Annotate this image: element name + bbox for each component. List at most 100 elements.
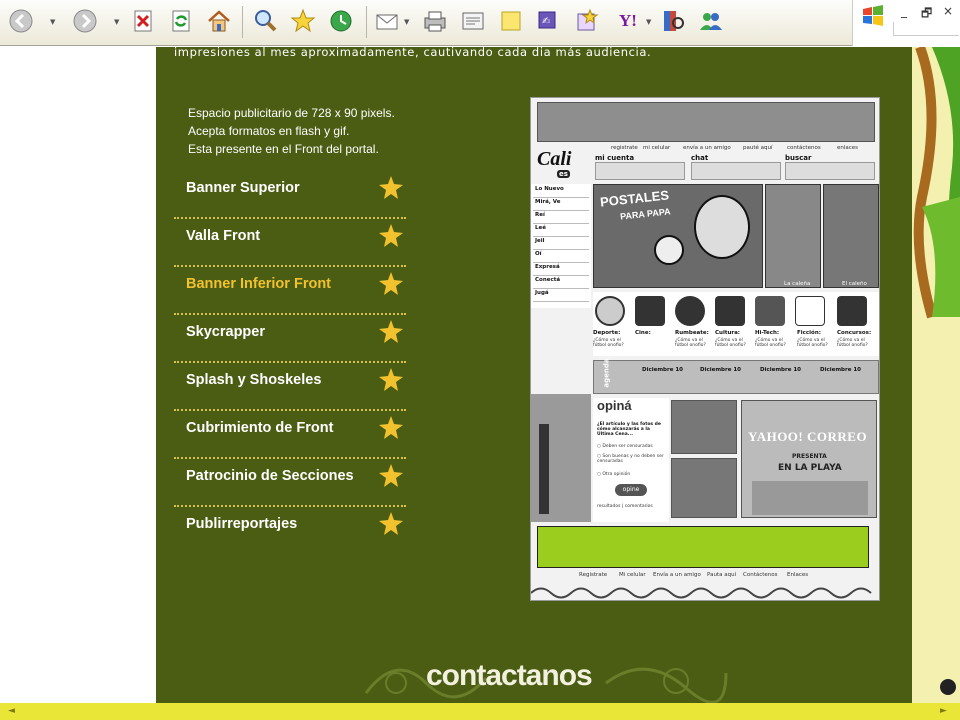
menu-item-valla-front[interactable]: Valla Front xyxy=(174,219,406,267)
window-controls: _ 🗗 × xyxy=(852,0,960,46)
mock-footer-link: Contáctenos xyxy=(743,572,778,578)
mock-postales-title: POSTALES xyxy=(599,187,670,210)
star-icon xyxy=(379,320,403,343)
mock-category-question: ¿Cómo va el fútbol onofio? xyxy=(797,338,828,348)
hitech-icon xyxy=(755,296,785,326)
intro-text: impresiones al mes aproximadamente, caut… xyxy=(174,47,652,59)
culture-icon xyxy=(715,296,745,326)
mock-agenda-bar: agenda Diciembre 10 Diciembre 10 Diciemb… xyxy=(593,358,879,394)
mock-side-item: Mirá, Ve xyxy=(533,199,589,211)
mock-chat: chat xyxy=(691,154,709,162)
scroll-left-icon[interactable]: ◄ xyxy=(8,706,15,716)
mock-category-label: Rumbeate: xyxy=(675,330,709,336)
menu-item-banner-inferior-front[interactable]: Banner Inferior Front xyxy=(174,267,406,315)
messenger-icon[interactable]: ✍ xyxy=(534,6,564,36)
mock-category-question: ¿Cómo va el fútbol onofio? xyxy=(593,338,624,348)
mock-opina-question: ¿El artículo y las fotos de cómo alcanza… xyxy=(597,422,661,437)
mock-search-box xyxy=(785,162,875,180)
mock-opina-button: opine xyxy=(615,484,647,496)
mock-cartoon-kid-face xyxy=(654,235,684,265)
mail-icon[interactable] xyxy=(372,6,402,36)
mock-category-label: Cultura: xyxy=(715,330,741,336)
mock-top-link: contáctenos xyxy=(787,145,821,151)
stop-icon[interactable] xyxy=(128,6,158,36)
mock-opina-option: ○ Otra opinión xyxy=(597,472,631,477)
menu-item-patrocinio-secciones[interactable]: Patrocinio de Secciones xyxy=(174,459,406,507)
description-line: Acepta formatos en flash y gif. xyxy=(188,124,350,138)
star-icon xyxy=(379,416,403,439)
mock-agenda-date: Diciembre 10 xyxy=(760,367,802,373)
mock-logo-text: Cali xyxy=(537,148,572,170)
mock-opina-option: ○ Deben ser censuradas xyxy=(597,444,653,449)
close-button[interactable]: × xyxy=(943,4,953,18)
mock-opina-option: ○ Son buenas y no deben ser censuradas xyxy=(597,454,664,464)
mock-side-item: Leé xyxy=(533,225,589,237)
portal-mockup: registrate mi celular envía a un amigo p… xyxy=(530,97,880,601)
mail-dropdown-icon[interactable]: ▼ xyxy=(404,18,412,26)
print-icon[interactable] xyxy=(420,6,450,36)
favorites-icon[interactable] xyxy=(288,6,318,36)
scroll-right-icon[interactable]: ► xyxy=(940,706,947,716)
menu-item-splash-shoskeles[interactable]: Splash y Shoskeles xyxy=(174,363,406,411)
research-icon[interactable] xyxy=(658,6,688,36)
windows-flag-icon xyxy=(863,5,883,26)
mock-agenda-date: Diciembre 10 xyxy=(820,367,862,373)
back-dropdown-icon[interactable]: ▼ xyxy=(50,18,58,26)
menu-item-skycrapper[interactable]: Skycrapper xyxy=(174,315,406,363)
mock-side-menu: Lo Nuevo Mirá, Ve Reí Leé Jeil Oí Expres… xyxy=(531,184,591,308)
menu-item-label: Splash y Shoskeles xyxy=(186,372,322,388)
history-icon[interactable] xyxy=(326,6,356,36)
yahoo-icon[interactable]: Y! xyxy=(610,6,646,36)
home-icon[interactable] xyxy=(204,6,234,36)
right-decoration xyxy=(912,47,960,703)
menu-item-label: Banner Superior xyxy=(186,180,300,196)
menu-item-cubrimiento-front[interactable]: Cubrimiento de Front xyxy=(174,411,406,459)
cinema-icon xyxy=(635,296,665,326)
mock-login-box xyxy=(595,162,685,180)
mock-category-row: Deporte: Cine: Rumbeate: Cultura: Hi-Tec… xyxy=(593,292,879,356)
mock-yahoo-photo xyxy=(752,481,868,515)
mock-top-link: registrate xyxy=(611,145,638,151)
mock-side-item: Conectá xyxy=(533,277,589,289)
leaf-decoration xyxy=(913,47,960,695)
people-icon[interactable] xyxy=(696,6,726,36)
bookmark-icon[interactable] xyxy=(572,6,602,36)
forward-icon[interactable] xyxy=(70,6,100,36)
forward-dropdown-icon[interactable]: ▼ xyxy=(114,18,122,26)
toolbar-separator xyxy=(242,6,243,38)
star-icon xyxy=(379,272,403,295)
yahoo-dropdown-icon[interactable]: ▼ xyxy=(646,18,654,26)
mock-side-item: Jugá xyxy=(533,290,589,302)
menu-item-banner-superior[interactable]: Banner Superior xyxy=(174,171,406,219)
contest-icon xyxy=(837,296,867,326)
mock-yahoo-presenta: PRESENTA xyxy=(792,453,827,460)
refresh-icon[interactable] xyxy=(166,6,196,36)
address-field[interactable] xyxy=(893,22,959,36)
mock-chat-box xyxy=(691,162,781,180)
menu-item-label: Patrocinio de Secciones xyxy=(186,468,354,484)
search-icon[interactable] xyxy=(250,6,280,36)
mock-category-label: Concursos: xyxy=(837,330,872,336)
mock-postales-panel: POSTALES PARA PAPA xyxy=(593,184,763,288)
minimize-button[interactable]: _ xyxy=(901,4,907,18)
mock-photo-caleno: El caleño xyxy=(823,184,879,288)
mock-side-item: Oí xyxy=(533,251,589,263)
menu-item-publirreportajes[interactable]: Publirreportajes xyxy=(174,507,406,555)
mock-top-link: pauté aquí xyxy=(743,145,773,151)
mock-side-item: Expresá xyxy=(533,264,589,276)
mock-category-question: ¿Cómo va el fútbol onofio? xyxy=(715,338,746,348)
star-icon xyxy=(379,224,403,247)
contact-link[interactable]: contactanos xyxy=(426,659,593,693)
back-icon[interactable] xyxy=(6,6,36,36)
party-icon xyxy=(675,296,705,326)
mock-category-label: Deporte: xyxy=(593,330,621,336)
star-icon xyxy=(379,176,403,199)
mock-banner-inferior-slot xyxy=(537,526,869,568)
star-icon xyxy=(379,464,403,487)
mock-logo-sub: es xyxy=(557,170,570,178)
edit-icon[interactable] xyxy=(458,6,488,36)
mock-logo: Cali es xyxy=(535,148,589,184)
mock-footer-link: Registrate xyxy=(579,572,608,578)
notes-icon[interactable] xyxy=(496,6,526,36)
menu-item-label: Valla Front xyxy=(186,228,261,244)
